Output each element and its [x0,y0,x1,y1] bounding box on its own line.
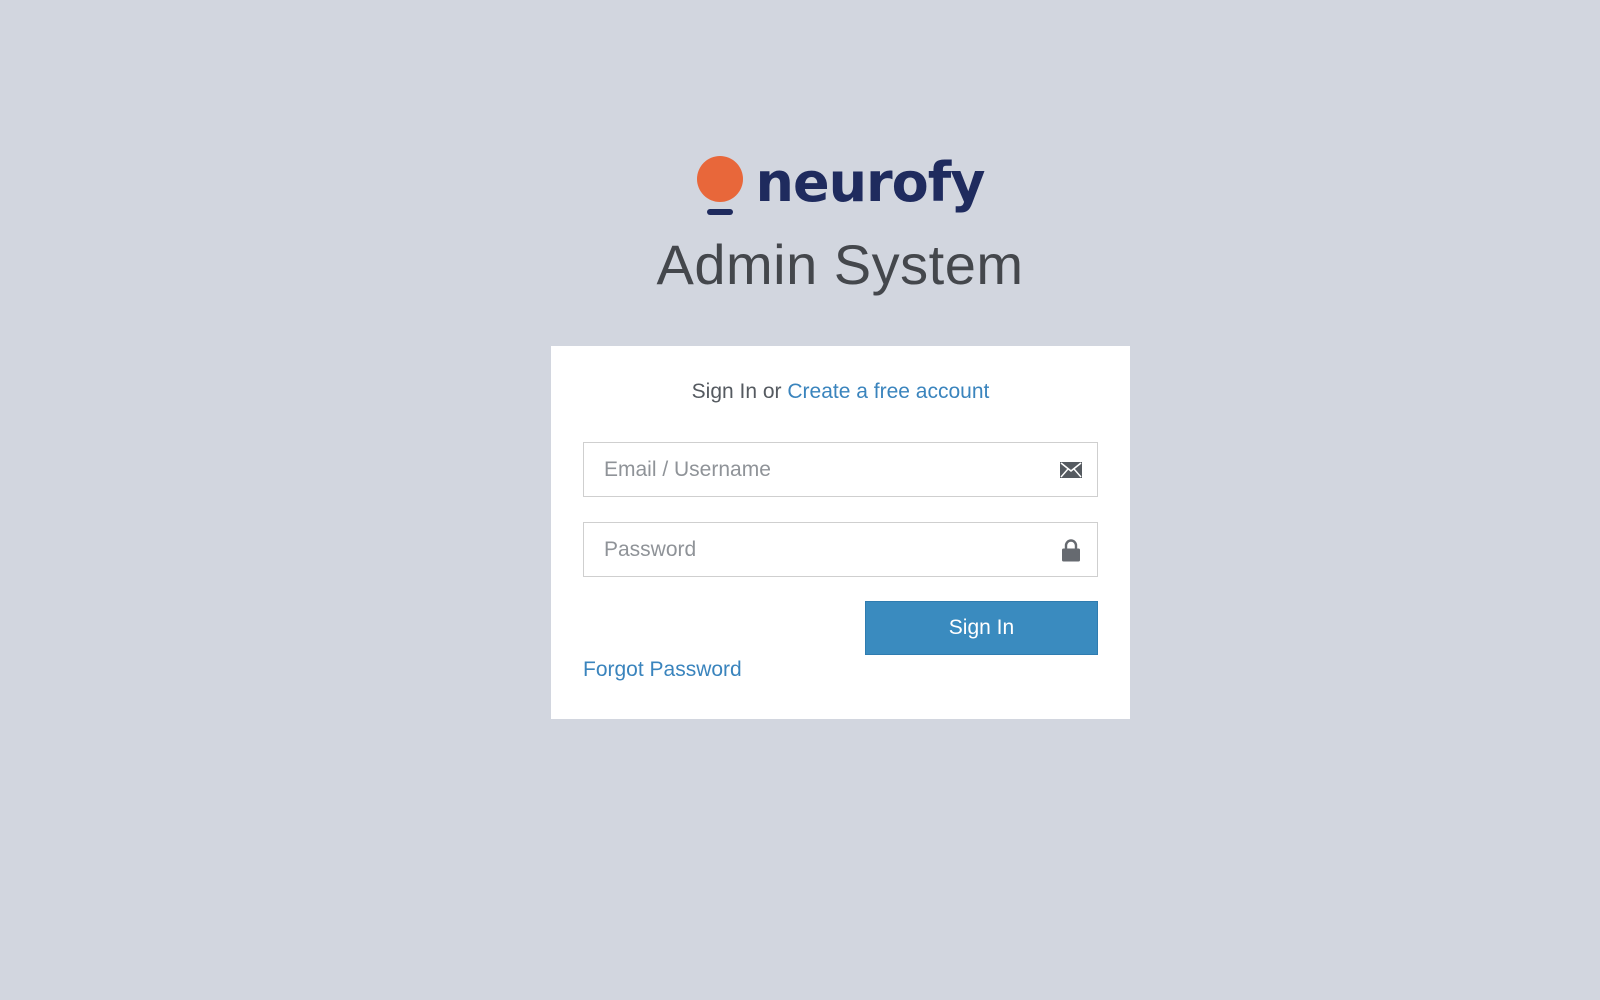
sign-in-button[interactable]: Sign In [865,601,1098,655]
brand-logo: neurofy [696,155,985,217]
lock-icon [1059,538,1083,562]
login-card: Sign In or Create a free account Email /… [551,346,1130,719]
login-page: neurofy Admin System Sign In or Create a… [0,0,1600,1000]
password-input[interactable] [584,523,1097,576]
login-heading: Sign In or Create a free account [551,380,1130,404]
logo-wordmark: neurofy [755,151,986,214]
sign-in-or-text: Sign In or [691,380,788,403]
logo-dot-icon [696,155,744,217]
email-field [583,442,1098,497]
page-subtitle: Admin System [656,233,1024,296]
forgot-password-link[interactable]: Forgot Password [583,658,742,682]
envelope-icon [1059,458,1083,482]
email-input[interactable] [584,443,1097,496]
password-field [583,522,1098,577]
brand-header: neurofy [0,155,1600,217]
create-account-link[interactable]: Create a free account [787,380,989,403]
